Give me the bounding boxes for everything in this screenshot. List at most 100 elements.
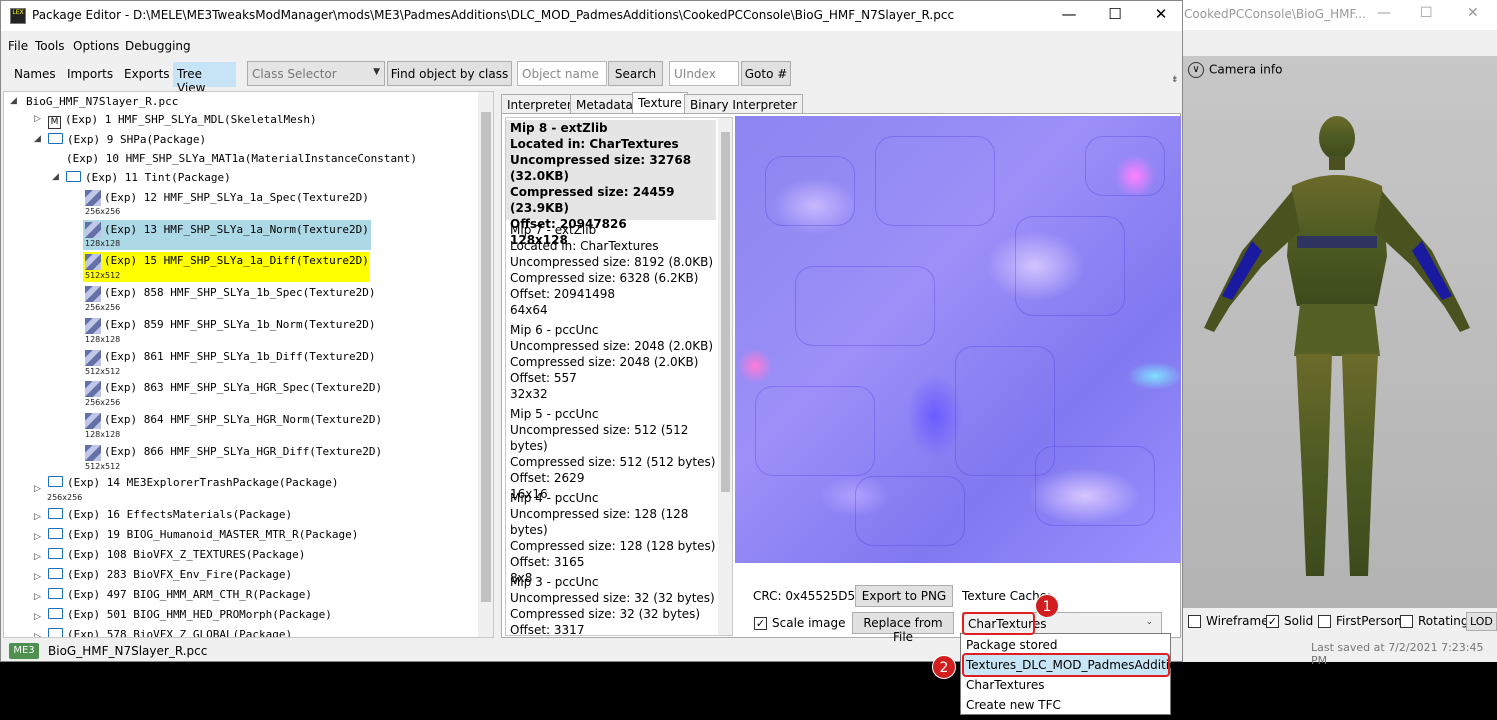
tree-item-texture-12[interactable]: (Exp) 12 HMF_SHP_SLYa_1a_Spec(Texture2D) xyxy=(104,190,369,206)
dropdown-option-create-new-tfc[interactable]: Create new TFC xyxy=(962,695,1169,715)
list-item-mip-7[interactable]: Mip 7 - extZlib Located in: CharTextures U… xyxy=(506,222,716,318)
dropdown-option-chartextures[interactable]: CharTextures xyxy=(962,675,1169,695)
expand-icon[interactable]: ▷ xyxy=(34,512,41,522)
tab-metadata[interactable]: Metadata xyxy=(570,94,639,114)
tree-item-skeletalmesh[interactable]: M (Exp) 1 HMF_SHP_SLYa_MDL(SkeletalMesh) xyxy=(48,112,317,129)
collapse-icon[interactable]: ◢ xyxy=(10,96,17,106)
crc-value: CRC: 0x45525D57 xyxy=(753,589,863,603)
collapse-icon[interactable]: ◢ xyxy=(52,172,59,182)
mip-list[interactable]: Mip 8 - extZlib Located in: CharTextures U… xyxy=(505,117,733,636)
tree-item-vfx-fire[interactable]: (Exp) 283 BioVFX_Env_Fire(Package) xyxy=(48,567,292,583)
replace-from-file-button[interactable]: Replace from File xyxy=(852,612,954,644)
expand-icon[interactable]: ▷ xyxy=(34,114,41,124)
chevron-down-icon: ⌄ xyxy=(1145,617,1153,627)
expand-icon[interactable]: ▷ xyxy=(34,592,41,602)
tree-view-button[interactable]: Tree View xyxy=(173,62,236,95)
tab-interpreter[interactable]: Interpreter xyxy=(501,94,578,114)
tree-item-humanoid-mtr[interactable]: (Exp) 19 BIOG_Humanoid_MASTER_MTR_R(Pack… xyxy=(48,527,358,543)
tree-item-texture-858[interactable]: (Exp) 858 HMF_SHP_SLYa_1b_Spec(Texture2D… xyxy=(104,285,376,301)
list-item-mip-5[interactable]: Mip 5 - pccUnc Uncompressed size: 512 (51… xyxy=(506,406,716,502)
annotation-box-2 xyxy=(962,653,1170,677)
wireframe-checkbox[interactable]: Wireframe xyxy=(1188,614,1269,628)
find-by-class-button[interactable]: Find object by class xyxy=(387,61,512,86)
dropdown-option-package-stored[interactable]: Package stored xyxy=(962,635,1169,655)
tree-item-tint[interactable]: (Exp) 11 Tint(Package) xyxy=(66,170,231,186)
lod-button[interactable]: LOD xyxy=(1466,612,1497,631)
class-selector-combo[interactable]: Class Selector ▼ xyxy=(247,61,385,86)
toolbar: Names Imports Exports Tree View Class Se… xyxy=(1,59,1182,95)
texture-size-label: 256x256 xyxy=(85,303,121,312)
menu-options[interactable]: Options xyxy=(73,39,119,53)
list-item-mip-4[interactable]: Mip 4 - pccUnc Uncompressed size: 128 (12… xyxy=(506,490,716,586)
mip-list-scrollbar[interactable] xyxy=(718,118,732,635)
tree-item-trash-package[interactable]: (Exp) 14 ME3ExplorerTrashPackage(Package… xyxy=(48,475,339,491)
tab-texture[interactable]: Texture xyxy=(632,92,688,115)
imports-button[interactable]: Imports xyxy=(63,62,117,87)
tree-item-vfx-global[interactable]: (Exp) 578 BioVFX_Z_GLOBAL(Package) xyxy=(48,627,292,637)
window-titlebar[interactable]: LEX Package Editor - D:\MELE\ME3TweaksMo… xyxy=(1,1,1182,31)
tree-item-texture-866[interactable]: (Exp) 866 HMF_SHP_SLYa_HGR_Diff(Texture2… xyxy=(104,444,382,460)
menu-file[interactable]: File xyxy=(8,39,28,53)
tree-item-texture-859[interactable]: (Exp) 859 HMF_SHP_SLYa_1b_Norm(Texture2D… xyxy=(104,317,376,333)
last-saved-status: Last saved at 7/2/2021 7:23:45 PM xyxy=(1311,641,1484,667)
export-png-button[interactable]: Export to PNG xyxy=(855,585,953,607)
tree-item-shpa[interactable]: (Exp) 9 SHPa(Package) xyxy=(48,132,206,148)
texture-thumbnail-icon xyxy=(85,413,101,429)
texture-size-label: 128x128 xyxy=(85,239,121,248)
toolbar-overflow-icon[interactable]: ⇟ xyxy=(1171,75,1179,85)
folder-icon xyxy=(48,608,63,619)
expand-icon[interactable]: ▷ xyxy=(34,612,41,622)
minimize-icon[interactable]: — xyxy=(1059,5,1079,23)
maximize-icon[interactable]: ☐ xyxy=(1105,5,1125,23)
tab-binary-interpreter[interactable]: Binary Interpreter xyxy=(684,94,804,114)
tree-item-material[interactable]: (Exp) 10 HMF_SHP_SLYa_MAT1a(MaterialInst… xyxy=(66,151,417,167)
firstperson-checkbox[interactable]: FirstPerson xyxy=(1318,614,1402,628)
close-icon[interactable]: ✕ xyxy=(1467,5,1479,21)
tree-item-texture-15[interactable]: (Exp) 15 HMF_SHP_SLYa_1a_Diff(Texture2D) xyxy=(104,253,369,269)
texture-size-label: 128x128 xyxy=(85,430,121,439)
annotation-badge-2: 2 xyxy=(932,655,956,679)
close-icon[interactable]: ✕ xyxy=(1151,5,1171,23)
list-item-mip-8[interactable]: Mip 8 - extZlib Located in: CharTextures U… xyxy=(506,120,716,247)
solid-checkbox[interactable]: ✓ Solid xyxy=(1266,614,1313,628)
tree-item-texture-864[interactable]: (Exp) 864 HMF_SHP_SLYa_HGR_Norm(Texture2… xyxy=(104,412,382,428)
expand-icon[interactable]: ▷ xyxy=(34,532,41,542)
list-item-mip-3[interactable]: Mip 3 - pccUnc Uncompressed size: 32 (32 … xyxy=(506,574,716,635)
annotation-box-1 xyxy=(962,612,1035,635)
menu-tools[interactable]: Tools xyxy=(35,39,65,53)
collapse-icon[interactable]: ◢ xyxy=(34,134,41,144)
texture-preview-image xyxy=(735,116,1181,563)
maximize-icon[interactable]: ☐ xyxy=(1420,5,1433,21)
goto-button[interactable]: Goto # xyxy=(741,61,791,86)
scale-image-checkbox[interactable]: ✓ Scale image xyxy=(754,616,845,630)
tree-item-hmm-arm[interactable]: (Exp) 497 BIOG_HMM_ARM_CTH_R(Package) xyxy=(48,587,312,603)
tree-item-vfx-textures[interactable]: (Exp) 108 BioVFX_Z_TEXTURES(Package) xyxy=(48,547,305,563)
bg-window-titlebar[interactable]: CookedPCConsole\BioG_HMF... — ☐ ✕ xyxy=(1182,0,1497,30)
object-name-input[interactable]: Object name xyxy=(517,61,607,86)
expand-icon[interactable]: ▷ xyxy=(34,552,41,562)
tree-item-texture-863[interactable]: (Exp) 863 HMF_SHP_SLYa_HGR_Spec(Texture2… xyxy=(104,380,382,396)
tree-scrollbar[interactable] xyxy=(478,92,493,637)
scrollbar-thumb[interactable] xyxy=(721,132,730,492)
expand-icon[interactable]: ▷ xyxy=(34,632,41,637)
tree-item-texture-13-selected[interactable]: (Exp) 13 HMF_SHP_SLYa_1a_Norm(Texture2D) xyxy=(104,222,369,238)
expand-icon[interactable]: ▷ xyxy=(34,484,41,494)
search-button[interactable]: Search xyxy=(608,61,663,86)
uindex-input[interactable]: UIndex xyxy=(669,61,739,86)
minimize-icon[interactable]: — xyxy=(1377,5,1391,21)
tree-item-texture-861[interactable]: (Exp) 861 HMF_SHP_SLYa_1b_Diff(Texture2D… xyxy=(104,349,376,365)
tree-item-hmm-hed[interactable]: (Exp) 501 BIOG_HMM_HED_PROMorph(Package) xyxy=(48,607,332,623)
folder-icon xyxy=(48,133,63,144)
package-tree[interactable]: ◢ BioG_HMF_N7Slayer_R.pcc ▷ M (Exp) 1 HMF… xyxy=(3,91,494,638)
tree-root[interactable]: BioG_HMF_N7Slayer_R.pcc xyxy=(26,94,178,110)
names-button[interactable]: Names xyxy=(10,62,60,87)
exports-button[interactable]: Exports xyxy=(120,62,174,87)
menu-debugging[interactable]: Debugging xyxy=(125,39,191,53)
list-item-mip-6[interactable]: Mip 6 - pccUnc Uncompressed size: 2048 (2… xyxy=(506,322,716,402)
mesh-viewport[interactable]: ∨ Camera info xyxy=(1182,56,1497,608)
expand-icon[interactable]: ▷ xyxy=(34,572,41,582)
scrollbar-thumb[interactable] xyxy=(481,112,491,602)
tree-item-effects[interactable]: (Exp) 16 EffectsMaterials(Package) xyxy=(48,507,292,523)
rotating-checkbox[interactable]: Rotating xyxy=(1400,614,1468,628)
texture-thumbnail-icon xyxy=(85,381,101,397)
